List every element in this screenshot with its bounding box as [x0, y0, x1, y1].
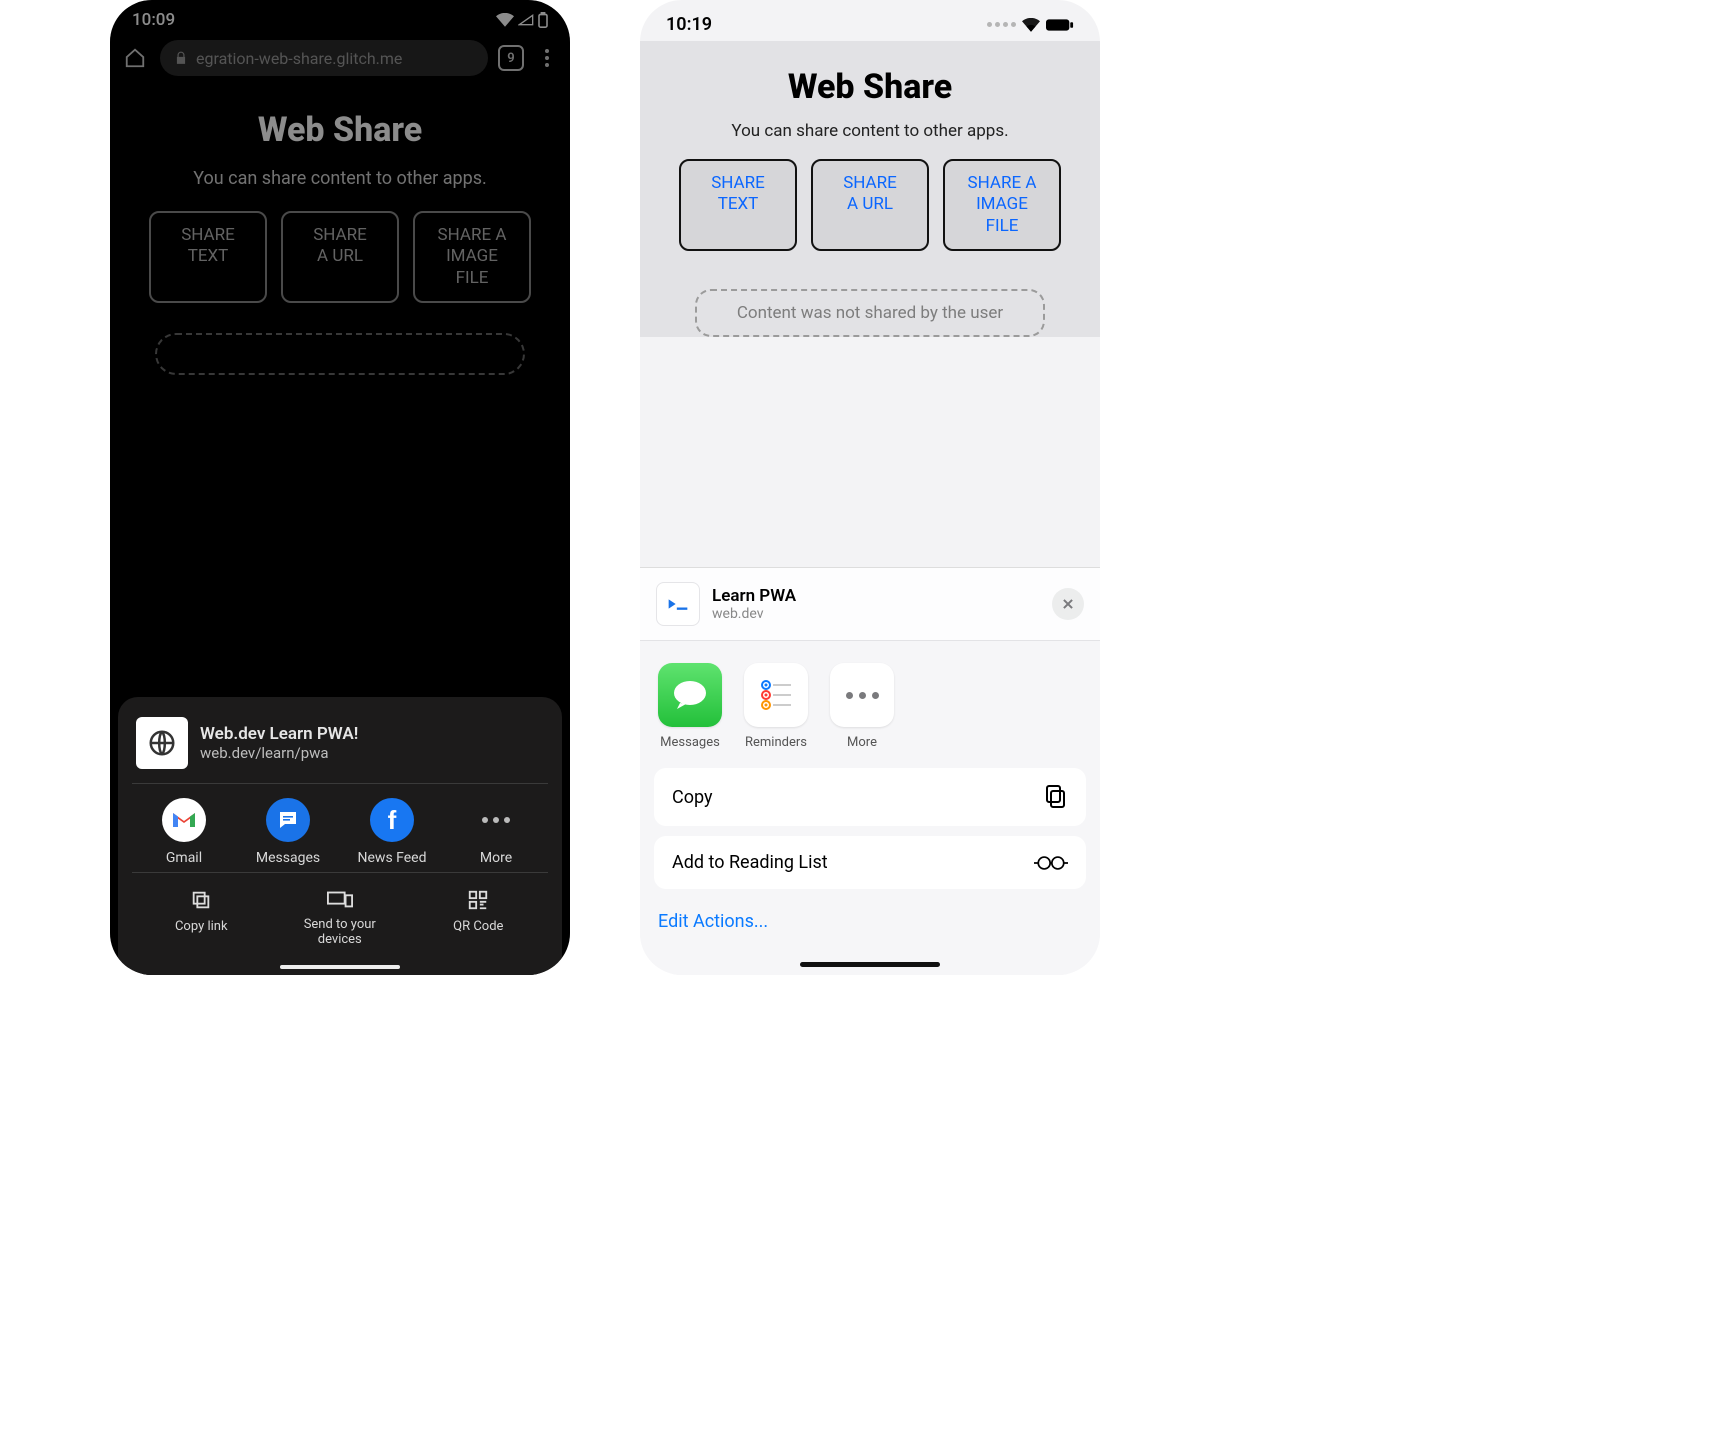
app-label: More	[847, 735, 877, 750]
android-status-icons	[496, 12, 548, 28]
facebook-icon: f	[370, 798, 414, 842]
qr-icon	[467, 889, 489, 911]
android-time: 10:09	[132, 10, 175, 30]
android-statusbar: 10:09	[110, 0, 570, 34]
share-subtitle: web.dev	[712, 606, 796, 622]
add-reading-list-action[interactable]: Add to Reading List	[654, 836, 1086, 889]
share-apps-row: Gmail Messages f News Feed More	[132, 783, 548, 872]
page-subtitle: You can share content to other apps.	[656, 121, 1084, 141]
lock-icon	[174, 51, 188, 65]
url-text: egration-web-share.glitch.me	[196, 49, 402, 68]
share-target-gmail[interactable]: Gmail	[132, 798, 236, 866]
share-text-button[interactable]: SHARE TEXT	[149, 211, 267, 303]
result-box	[155, 333, 525, 375]
android-page-content: Web Share You can share content to other…	[110, 82, 570, 375]
wifi-icon	[1022, 18, 1040, 32]
reading-list-icon	[1034, 854, 1068, 872]
copy-link-action[interactable]: Copy link	[132, 889, 271, 947]
ios-device: 10:19 Web Share You can share content to…	[640, 0, 1100, 975]
share-target-messages[interactable]: Messages	[236, 798, 340, 866]
page-subtitle: You can share content to other apps.	[126, 168, 554, 189]
share-text-button[interactable]: SHARE TEXT	[679, 159, 797, 251]
globe-icon	[147, 728, 177, 758]
home-button[interactable]	[120, 43, 150, 73]
share-url-button[interactable]: SHARE A URL	[281, 211, 399, 303]
share-target-messages[interactable]: Messages	[658, 663, 722, 750]
app-label: More	[480, 850, 512, 866]
share-more-button[interactable]: More	[444, 798, 548, 866]
reminders-icon	[744, 663, 808, 727]
android-gesture-bar	[280, 965, 400, 969]
share-target-reminders[interactable]: Reminders	[744, 663, 808, 750]
android-device: 10:09 egration-web-share.glitch.me 9 Web…	[110, 0, 570, 975]
battery-icon	[538, 12, 548, 28]
copy-action[interactable]: Copy	[654, 768, 1086, 826]
share-image-button[interactable]: SHARE A IMAGE FILE	[943, 159, 1061, 251]
ios-share-sheet: Learn PWA web.dev Messages Reminders	[640, 567, 1100, 975]
share-thumbnail	[656, 582, 700, 626]
pwa-logo-icon	[664, 590, 692, 618]
more-icon	[474, 798, 518, 842]
qr-code-action[interactable]: QR Code	[409, 889, 548, 947]
copy-icon	[190, 889, 212, 911]
tabs-button[interactable]: 9	[498, 45, 524, 71]
app-label: News Feed	[358, 850, 427, 866]
share-title: Learn PWA	[712, 586, 796, 606]
share-title: Web.dev Learn PWA!	[200, 724, 358, 744]
devices-icon	[327, 889, 353, 909]
share-thumbnail	[136, 717, 188, 769]
ios-page-content: Web Share You can share content to other…	[640, 41, 1100, 337]
close-icon	[1061, 597, 1075, 611]
overflow-menu-button[interactable]	[534, 49, 560, 67]
more-icon	[830, 663, 894, 727]
page-title: Web Share	[126, 110, 554, 150]
home-icon	[124, 47, 146, 69]
tabs-count: 9	[507, 51, 514, 66]
app-label: Reminders	[745, 735, 807, 750]
edit-actions-button[interactable]: Edit Actions...	[640, 899, 1100, 956]
share-url: web.dev/learn/pwa	[200, 744, 358, 762]
result-box: Content was not shared by the user	[695, 289, 1045, 337]
share-target-facebook[interactable]: f News Feed	[340, 798, 444, 866]
url-bar[interactable]: egration-web-share.glitch.me	[160, 40, 488, 76]
share-sheet-header: Learn PWA web.dev	[640, 568, 1100, 641]
wifi-icon	[496, 13, 514, 27]
ios-home-indicator	[800, 962, 940, 967]
share-sheet-header: Web.dev Learn PWA! web.dev/learn/pwa	[132, 711, 548, 783]
close-button[interactable]	[1052, 588, 1084, 620]
ios-statusbar: 10:19	[640, 0, 1100, 41]
share-url-button[interactable]: SHARE A URL	[811, 159, 929, 251]
share-image-button[interactable]: SHARE A IMAGE FILE	[413, 211, 531, 303]
android-share-sheet: Web.dev Learn PWA! web.dev/learn/pwa Gma…	[118, 697, 562, 975]
messages-icon	[266, 798, 310, 842]
app-label: Messages	[256, 850, 320, 866]
share-more-button[interactable]: More	[830, 663, 894, 750]
copy-icon	[1044, 784, 1068, 810]
app-label: Gmail	[166, 850, 202, 866]
share-actions-list: Copy Add to Reading List	[640, 764, 1100, 889]
page-title: Web Share	[656, 67, 1084, 107]
ios-time: 10:19	[666, 14, 712, 35]
android-browser-toolbar: egration-web-share.glitch.me 9	[110, 34, 570, 82]
cellular-icon	[987, 22, 1016, 27]
app-label: Messages	[660, 735, 720, 750]
share-apps-row: Messages Reminders More	[640, 641, 1100, 764]
share-actions-row: Copy link Send to your devices QR Code	[132, 872, 548, 957]
cellular-icon	[518, 13, 534, 27]
messages-icon	[658, 663, 722, 727]
gmail-icon	[162, 798, 206, 842]
battery-icon	[1046, 18, 1074, 32]
send-to-devices-action[interactable]: Send to your devices	[271, 889, 410, 947]
